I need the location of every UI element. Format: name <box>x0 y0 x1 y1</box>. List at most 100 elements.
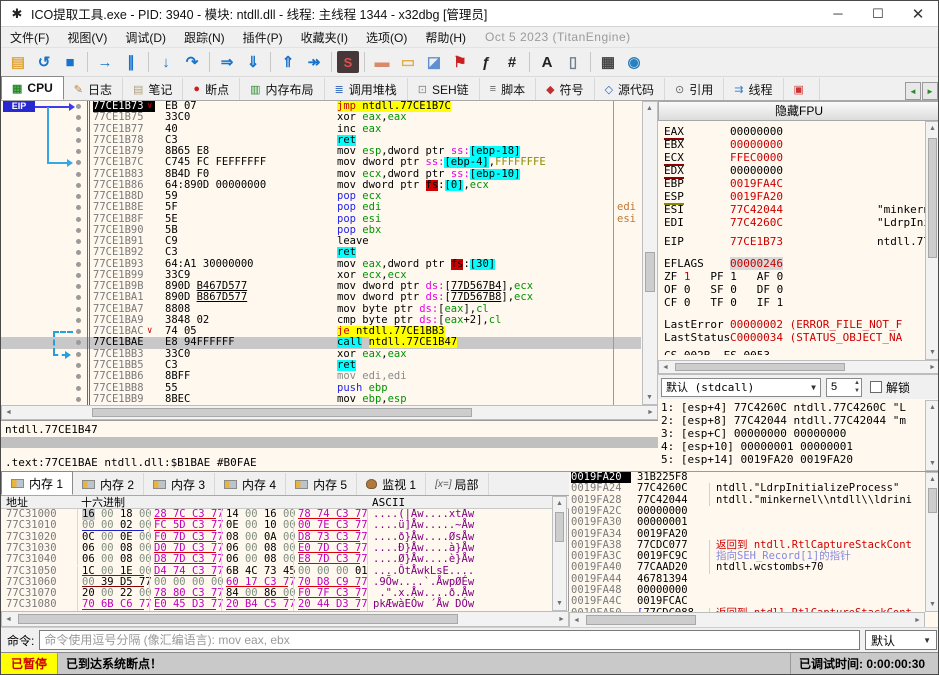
stack-row[interactable]: 0019FA28 77C42044 ntdll."minkernel\\ntdll\… <box>569 494 925 506</box>
instruction-dot-icon[interactable] <box>76 126 81 132</box>
menu-item-跟[interactable]: 跟踪(N) <box>175 27 234 47</box>
tab-scroll-left-button[interactable]: ◄ <box>905 82 921 100</box>
register-line[interactable]: EDX 00000000 <box>664 164 926 179</box>
tab-CPU[interactable]: ▦ CPU <box>1 76 64 100</box>
menu-item-选[interactable]: 选项(O) <box>357 27 416 47</box>
disasm-row[interactable]: 77CE1B92 C3 ret <box>1 247 641 259</box>
command-input[interactable] <box>39 630 860 650</box>
stack-row[interactable]: 0019FA40 77CAAD20 ntdll.wcstombs+70 <box>569 562 925 574</box>
breakpoint-gutter[interactable] <box>1 304 89 315</box>
instruction-dot-icon[interactable] <box>76 250 81 256</box>
register-line[interactable]: CS 002B ES 0053 <box>664 349 926 355</box>
instruction-dot-icon[interactable] <box>76 104 81 109</box>
tab-源代码[interactable]: ◇ 源代码 <box>595 78 666 100</box>
minimize-button[interactable]: ─ <box>818 1 858 26</box>
menu-item-文[interactable]: 文件(F) <box>1 27 58 47</box>
pause-icon[interactable]: ∥ <box>119 50 143 74</box>
instruction-dot-icon[interactable] <box>76 149 81 155</box>
disasm-row[interactable]: 77CE1BA1 890D B867D577 mov dword ptr ds:[7… <box>1 292 641 303</box>
restart-icon[interactable]: ↺ <box>32 50 56 74</box>
step-out-icon[interactable]: ⇓ <box>241 50 265 74</box>
menu-item-视[interactable]: 视图(V) <box>58 27 116 47</box>
breakpoint-gutter[interactable] <box>1 180 89 191</box>
tab-引用[interactable]: ⊙ 引用 <box>665 78 725 100</box>
register-line[interactable]: ECX FFEC0000 <box>664 151 926 166</box>
breakpoint-gutter[interactable] <box>1 124 89 135</box>
breakpoint-gutter[interactable] <box>1 225 89 236</box>
dump-row[interactable]: 77C31080 70 6B C6 77 E0 45 D3 77 20 B4 C5 7… <box>1 599 551 611</box>
menu-item-调[interactable]: 调试(D) <box>116 27 175 47</box>
strings-icon[interactable]: A <box>535 50 559 74</box>
step-into-icon[interactable]: ↓ <box>154 50 178 74</box>
argument-row[interactable]: 3: [esp+C] 00000000 00000000 <box>661 427 923 440</box>
registers-vertical-scrollbar[interactable]: ▲ ▼ <box>925 121 938 360</box>
tab-调用堆栈[interactable]: ≣ 调用堆栈 <box>325 78 408 100</box>
calling-convention-select[interactable]: 默认 (stdcall) ▼ <box>661 377 821 397</box>
breakpoint-gutter[interactable] <box>1 383 89 394</box>
instruction-dot-icon[interactable] <box>76 351 81 357</box>
disassembly-panel[interactable]: 77CE1B73 ∨ EB 07 jmp ntdll.77CE1B7C 77CE1B75… <box>1 101 658 471</box>
unlock-checkbox[interactable] <box>870 381 882 393</box>
instruction-dot-icon[interactable] <box>76 329 81 335</box>
register-line[interactable]: LastError 00000002 (ERROR_FILE_NOT_F <box>664 318 926 331</box>
run-icon[interactable]: → <box>93 50 117 74</box>
disasm-row[interactable]: 77CE1BB9 8BEC mov ebp,esp <box>1 393 641 405</box>
seh-icon[interactable]: S <box>337 51 359 73</box>
comments-icon[interactable]: ▭ <box>396 50 420 74</box>
source-icon[interactable]: ▯ <box>561 50 585 74</box>
instruction-dot-icon[interactable] <box>76 272 81 278</box>
breakpoint-gutter[interactable] <box>1 191 89 202</box>
instruction-dot-icon[interactable] <box>76 374 81 380</box>
register-line[interactable]: EFLAGS 00000246 <box>664 257 926 270</box>
stop-icon[interactable]: ■ <box>58 50 82 74</box>
tab-scroll-right-button[interactable]: ► <box>922 82 938 100</box>
argument-row[interactable]: 5: [esp+14] 0019FA20 0019FA20 <box>661 453 923 466</box>
breakpoint-gutter[interactable] <box>1 315 89 326</box>
breakpoint-gutter[interactable] <box>1 157 89 168</box>
tab-SEH链[interactable]: ⊡ SEH链 <box>408 78 480 100</box>
stack-row[interactable]: 0019FA48 00000000 <box>569 584 925 596</box>
register-line[interactable]: OF 0 SF 0 DF 0 <box>664 283 926 296</box>
breakpoint-gutter[interactable] <box>1 326 89 337</box>
favourites-icon[interactable]: ◉ <box>622 50 646 74</box>
dump-tab-内存 4[interactable]: 内存 4 <box>215 473 287 495</box>
instruction-dot-icon[interactable] <box>76 227 81 233</box>
argument-row[interactable]: 1: [esp+4] 77C4260C ntdll.77C4260C "L <box>661 401 923 414</box>
register-line[interactable]: EAX 00000000 <box>664 125 926 140</box>
hide-fpu-button[interactable]: 隐藏FPU <box>658 101 938 121</box>
instruction-dot-icon[interactable] <box>76 385 81 391</box>
registers-panel[interactable]: 隐藏FPU EAX 00000000 EBX 00000000 ECX FFEC0000 E… <box>658 101 938 471</box>
memory-dump-panel[interactable]: 内存 1 内存 2 内存 3 内存 4 内存 5 监视 1 [x=] 局部 地址 十六进制 A… <box>1 471 569 628</box>
tab-符号[interactable]: ◆ 符号 <box>536 78 595 100</box>
command-profile-select[interactable]: 默认 ▼ <box>865 630 937 650</box>
breakpoint-gutter[interactable] <box>1 349 89 360</box>
dump-tab-内存 2[interactable]: 内存 2 <box>73 473 145 495</box>
tab-脚本[interactable]: ≡ 脚本 <box>480 78 537 100</box>
disasm-row[interactable]: 77CE1B75 33C0 xor eax,eax <box>1 111 641 123</box>
disasm-row[interactable]: 77CE1B8E 5F pop edi edi <box>1 202 641 213</box>
dump-tab-局部[interactable]: [x=] 局部 <box>426 473 489 495</box>
close-button[interactable]: ✕ <box>898 1 938 26</box>
instruction-dot-icon[interactable] <box>76 216 81 222</box>
tab-线程[interactable]: ⇉ 线程 <box>724 78 784 100</box>
instruction-dot-icon[interactable] <box>76 306 81 312</box>
dump-tab-内存 3[interactable]: 内存 3 <box>144 473 216 495</box>
functions-icon[interactable]: ƒ <box>474 50 498 74</box>
tab-handles-icon[interactable]: ▣ <box>784 78 820 100</box>
tab-断点[interactable]: ● 断点 <box>183 78 241 100</box>
instruction-dot-icon[interactable] <box>76 205 81 211</box>
breakpoint-gutter[interactable] <box>1 270 89 281</box>
dump-vertical-scrollbar[interactable]: ▲ ▼ <box>552 496 567 611</box>
breakpoint-gutter[interactable] <box>1 236 89 247</box>
hash-icon[interactable]: # <box>500 50 524 74</box>
breakpoint-gutter[interactable] <box>1 112 89 123</box>
breakpoint-gutter[interactable] <box>1 146 89 157</box>
disasm-vertical-scrollbar[interactable]: ▲ ▼ <box>642 101 658 405</box>
step-over-icon[interactable]: ↷ <box>180 50 204 74</box>
register-line[interactable]: EDI 77C4260C "LdrpInitializePro <box>664 216 926 229</box>
menu-item-收[interactable]: 收藏夹(I) <box>292 27 357 47</box>
instruction-dot-icon[interactable] <box>76 317 81 323</box>
breakpoint-gutter[interactable] <box>1 214 89 225</box>
instruction-dot-icon[interactable] <box>76 194 81 200</box>
stack-row[interactable]: 0019FA30 00000001 <box>569 516 925 528</box>
